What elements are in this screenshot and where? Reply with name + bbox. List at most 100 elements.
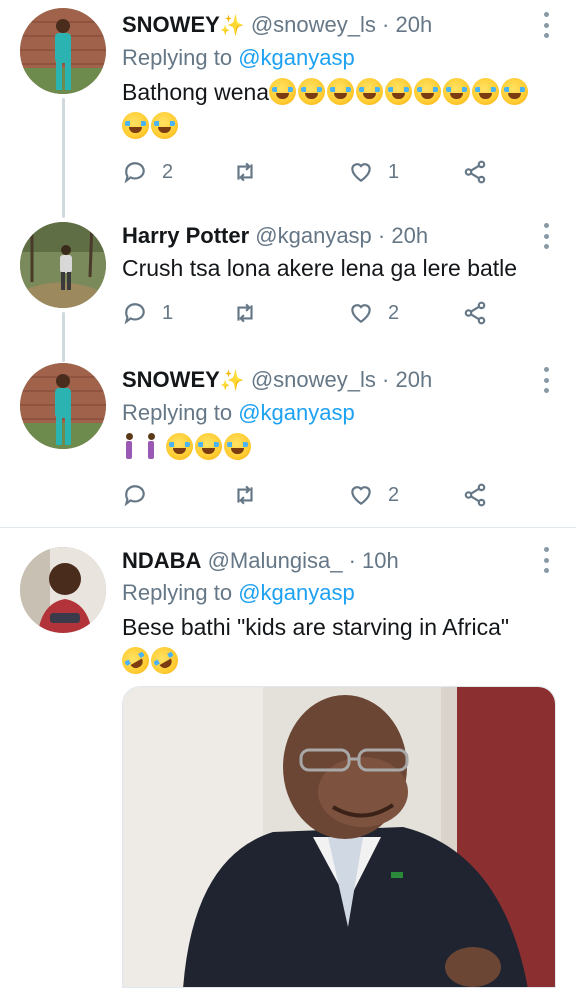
sparkles-emoji: ✨ (219, 370, 245, 392)
reply-icon (124, 485, 145, 507)
tears-of-joy-emoji (443, 78, 471, 105)
tears-of-joy-emoji (269, 78, 297, 105)
avatar[interactable] (20, 8, 106, 94)
tears-of-joy-emoji (501, 78, 529, 105)
user-handle[interactable]: @kganyasp (255, 223, 372, 248)
tears-of-joy-emoji (224, 433, 251, 460)
more-vertical-icon[interactable] (542, 223, 550, 249)
like-button[interactable]: 1 (348, 157, 399, 187)
rofl-emoji (146, 642, 183, 679)
reply-button[interactable] (122, 480, 162, 510)
tweet-actions: 2 (122, 480, 502, 510)
share-button[interactable] (462, 157, 488, 187)
heart-icon (351, 304, 371, 323)
replying-to-label: Replying to (122, 400, 233, 425)
display-name[interactable]: SNOWEY (122, 367, 220, 392)
tweet-text-body: Bese bathi "kids are starving in Africa" (122, 614, 510, 640)
timestamp[interactable]: 20h (395, 367, 432, 392)
tweet-header: Harry Potter @kganyasp · 20h (122, 221, 556, 251)
heart-icon (351, 163, 371, 182)
tweet-media-image[interactable] (122, 686, 556, 988)
retweet-icon (237, 162, 253, 182)
separator-dot: · (377, 223, 386, 248)
retweet-button[interactable] (232, 480, 272, 510)
tweet-header: NDABA @Malungisa_ · 10h (122, 546, 556, 576)
user-handle[interactable]: @snowey_ls (251, 367, 376, 392)
retweet-button[interactable] (232, 157, 272, 187)
avatar[interactable] (20, 222, 106, 308)
mention-link[interactable]: @kganyasp (238, 45, 355, 70)
tears-of-joy-emoji (472, 78, 500, 105)
avatar[interactable] (20, 363, 106, 449)
replying-to-label: Replying to (122, 45, 233, 70)
timestamp[interactable]: 20h (395, 12, 432, 37)
tears-of-joy-emoji (151, 112, 178, 139)
retweet-icon (237, 303, 253, 323)
reply-count: 2 (162, 160, 174, 183)
display-name[interactable]: NDABA (122, 548, 201, 573)
separator-dot: · (382, 367, 390, 392)
tears-of-joy-emoji (298, 78, 326, 105)
mention-link[interactable]: @kganyasp (238, 400, 355, 425)
like-button[interactable]: 2 (348, 480, 399, 510)
tweet-text (122, 430, 556, 464)
user-handle[interactable]: @snowey_ls (251, 12, 376, 37)
separator-dot: · (348, 548, 356, 573)
tweet[interactable]: SNOWEY✨ @snowey_ls · 20h Replying to @kg… (0, 355, 576, 525)
display-name[interactable]: Harry Potter (122, 223, 249, 248)
reply-count: 1 (162, 301, 174, 324)
tweet-text-body: Bathong wena (122, 79, 270, 105)
rofl-emoji (117, 642, 154, 679)
reply-icon (124, 162, 145, 184)
avatar[interactable] (20, 547, 106, 633)
reply-button[interactable]: 1 (122, 298, 173, 328)
more-vertical-icon[interactable] (542, 367, 550, 393)
share-icon (464, 483, 486, 507)
sparkles-emoji: ✨ (219, 15, 245, 37)
reply-button[interactable]: 2 (122, 157, 173, 187)
user-handle[interactable]: @Malungisa_ (208, 548, 343, 573)
retweet-icon (237, 485, 253, 505)
tears-of-joy-emoji (122, 112, 149, 139)
timestamp[interactable]: 20h (391, 223, 428, 248)
woman-walking-emoji (122, 433, 136, 460)
tweet-actions: 1 2 (122, 298, 502, 328)
tears-of-joy-emoji (327, 78, 355, 105)
replying-to: Replying to @kganyasp (122, 43, 556, 73)
share-icon (464, 160, 486, 184)
replying-to: Replying to @kganyasp (122, 578, 556, 608)
replying-to-label: Replying to (122, 580, 233, 605)
tweet[interactable]: Harry Potter @kganyasp · 20h Crush tsa l… (0, 215, 576, 355)
more-vertical-icon[interactable] (542, 12, 550, 38)
tweet-text: Bese bathi "kids are starving in Africa" (117, 610, 556, 679)
like-count: 1 (388, 160, 400, 183)
tears-of-joy-emoji (385, 78, 413, 105)
tweet[interactable]: SNOWEY✨ @snowey_ls · 20h Replying to @kg… (0, 0, 576, 210)
tears-of-joy-emoji (166, 433, 193, 460)
tweet-header: SNOWEY✨ @snowey_ls · 20h (122, 10, 556, 41)
woman-walking-emoji (144, 433, 158, 460)
reply-icon (124, 303, 145, 325)
tweet-header: SNOWEY✨ @snowey_ls · 20h (122, 365, 556, 396)
tweet-text: Crush tsa lona akere lena ga lere batle (122, 255, 518, 281)
timestamp[interactable]: 10h (362, 548, 399, 573)
share-button[interactable] (462, 298, 488, 328)
heart-icon (351, 486, 371, 505)
tweet-actions: 2 1 (122, 157, 502, 187)
replying-to: Replying to @kganyasp (122, 398, 556, 428)
like-count: 2 (388, 483, 400, 506)
like-count: 2 (388, 301, 400, 324)
more-vertical-icon[interactable] (542, 547, 550, 573)
share-button[interactable] (462, 480, 488, 510)
mention-link[interactable]: @kganyasp (238, 580, 355, 605)
share-icon (464, 301, 486, 325)
tears-of-joy-emoji (195, 433, 222, 460)
display-name[interactable]: SNOWEY (122, 12, 220, 37)
tweet-text: Bathong wena (122, 75, 556, 143)
separator-dot: · (382, 12, 390, 37)
tears-of-joy-emoji (356, 78, 384, 105)
tears-of-joy-emoji (414, 78, 442, 105)
retweet-button[interactable] (232, 298, 272, 328)
divider (0, 527, 576, 528)
like-button[interactable]: 2 (348, 298, 399, 328)
